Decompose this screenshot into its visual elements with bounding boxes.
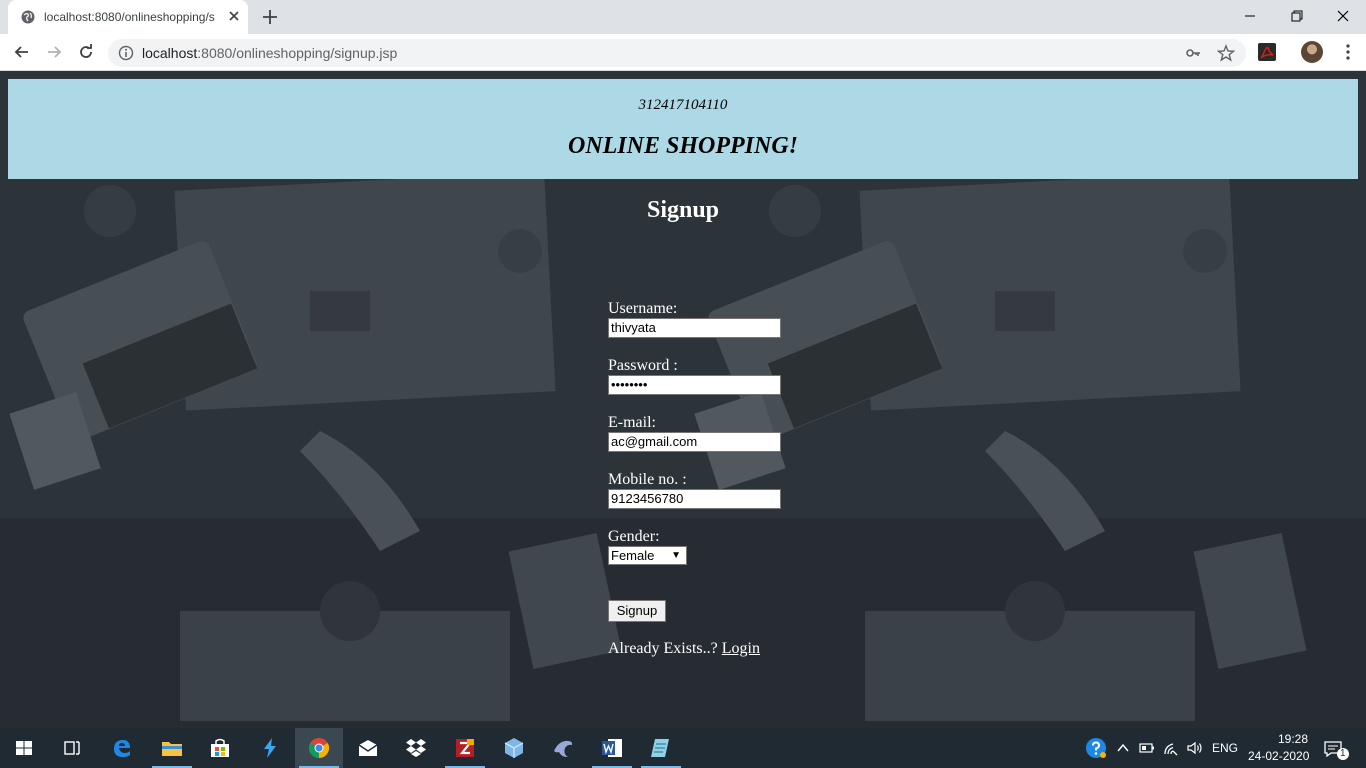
gender-label: Gender: xyxy=(608,528,660,545)
password-input[interactable]: •••••••• xyxy=(608,375,781,395)
edge-icon xyxy=(114,740,130,757)
mobile-label: Mobile no. : xyxy=(608,471,687,488)
username-label: Username: xyxy=(608,300,678,317)
login-link[interactable]: Login xyxy=(722,640,760,657)
url-text: localhost:8080/onlineshopping/signup.jsp xyxy=(142,45,397,61)
folder-icon xyxy=(162,742,182,756)
page-title: Signup xyxy=(646,197,720,223)
email-label: E-mail: xyxy=(608,414,656,431)
taskbar-edge[interactable] xyxy=(98,728,146,768)
taskbar-mysql-workbench[interactable] xyxy=(539,728,587,768)
key-icon[interactable] xyxy=(1185,45,1201,61)
page-viewport: 312417104110 ONLINE SHOPPING! Signup Use… xyxy=(0,71,1366,728)
speaker-icon[interactable] xyxy=(1185,738,1205,758)
email-input[interactable]: ac@gmail.com xyxy=(608,432,781,452)
lightning-icon xyxy=(264,738,276,758)
already-exists-text: Already Exists..? Login xyxy=(608,640,760,658)
acrobat-extension-icon[interactable] xyxy=(1258,43,1276,61)
taskbar-virtualbox[interactable] xyxy=(490,728,538,768)
wifi-icon[interactable] xyxy=(1161,738,1181,758)
task-view-button[interactable] xyxy=(48,728,96,768)
close-window-icon[interactable] xyxy=(1333,6,1353,26)
chrome-icon xyxy=(308,738,330,759)
taskbar: ENG 19:28 24-02-2020 1 xyxy=(0,728,1366,768)
task-view-icon xyxy=(64,741,80,755)
language-indicator[interactable]: ENG xyxy=(1212,741,1238,755)
banner-id-text: 312417104110 xyxy=(638,97,728,113)
taskbar-file-explorer[interactable] xyxy=(148,728,196,768)
dropdown-arrow-icon: ▼ xyxy=(671,550,681,561)
address-bar[interactable]: localhost:8080/onlineshopping/signup.jsp xyxy=(108,39,1246,67)
url-path: :8080/onlineshopping/signup.jsp xyxy=(197,45,398,61)
cube-icon xyxy=(504,738,524,758)
start-button[interactable] xyxy=(0,728,48,768)
info-icon[interactable] xyxy=(118,45,134,61)
filezilla-icon xyxy=(456,739,474,757)
store-icon xyxy=(211,738,229,757)
taskbar-word[interactable] xyxy=(588,728,636,768)
signup-button[interactable]: Signup xyxy=(608,600,666,622)
mobile-input[interactable]: 9123456780 xyxy=(608,489,781,509)
already-exists-label: Already Exists..? xyxy=(608,640,722,657)
taskbar-filezilla[interactable] xyxy=(441,728,489,768)
taskbar-mail[interactable] xyxy=(344,728,392,768)
taskbar-chrome[interactable] xyxy=(295,728,343,768)
taskbar-dropbox[interactable] xyxy=(392,728,440,768)
username-input[interactable]: thivyata xyxy=(608,318,781,338)
globe-icon xyxy=(21,10,35,24)
minimize-icon[interactable] xyxy=(1240,6,1260,26)
browser-tab-strip: localhost:8080/onlineshopping/s xyxy=(0,0,1366,34)
password-label: Password : xyxy=(608,357,678,374)
back-arrow-icon[interactable] xyxy=(12,42,32,62)
new-tab-icon[interactable] xyxy=(260,7,280,27)
close-tab-icon[interactable] xyxy=(226,8,242,24)
browser-toolbar: localhost:8080/onlineshopping/signup.jsp xyxy=(0,34,1366,71)
windows-logo-icon xyxy=(16,741,32,755)
forward-arrow-icon[interactable] xyxy=(44,42,64,62)
mail-icon xyxy=(358,740,378,756)
notepad-icon xyxy=(651,739,669,757)
reload-icon[interactable] xyxy=(76,42,96,62)
clock-date[interactable]: 24-02-2020 xyxy=(1248,749,1309,763)
word-icon xyxy=(602,739,622,757)
taskbar-store[interactable] xyxy=(196,728,244,768)
battery-icon[interactable] xyxy=(1137,738,1157,758)
restore-icon[interactable] xyxy=(1287,6,1307,26)
tab-title: localhost:8080/onlineshopping/s xyxy=(44,10,215,24)
clock-time[interactable]: 19:28 xyxy=(1264,732,1322,746)
site-title: ONLINE SHOPPING! xyxy=(567,133,798,159)
dropbox-icon xyxy=(406,739,426,757)
url-host: localhost xyxy=(142,45,198,61)
menu-dots-icon[interactable] xyxy=(1338,42,1358,62)
browser-tab[interactable]: localhost:8080/onlineshopping/s xyxy=(8,0,248,34)
gender-selected-value: Female xyxy=(611,548,655,563)
taskbar-notepad[interactable] xyxy=(637,728,685,768)
dolphin-icon xyxy=(554,740,573,757)
star-icon[interactable] xyxy=(1217,44,1235,62)
chevron-up-icon[interactable] xyxy=(1113,738,1133,758)
header-banner: 312417104110 ONLINE SHOPPING! xyxy=(8,79,1358,179)
notification-count-badge: 1 xyxy=(1337,748,1349,760)
help-icon[interactable] xyxy=(1085,737,1107,759)
profile-avatar[interactable] xyxy=(1301,41,1323,63)
gender-select[interactable]: Female ▼ xyxy=(608,546,687,565)
taskbar-visual-studio-code[interactable] xyxy=(246,728,294,768)
